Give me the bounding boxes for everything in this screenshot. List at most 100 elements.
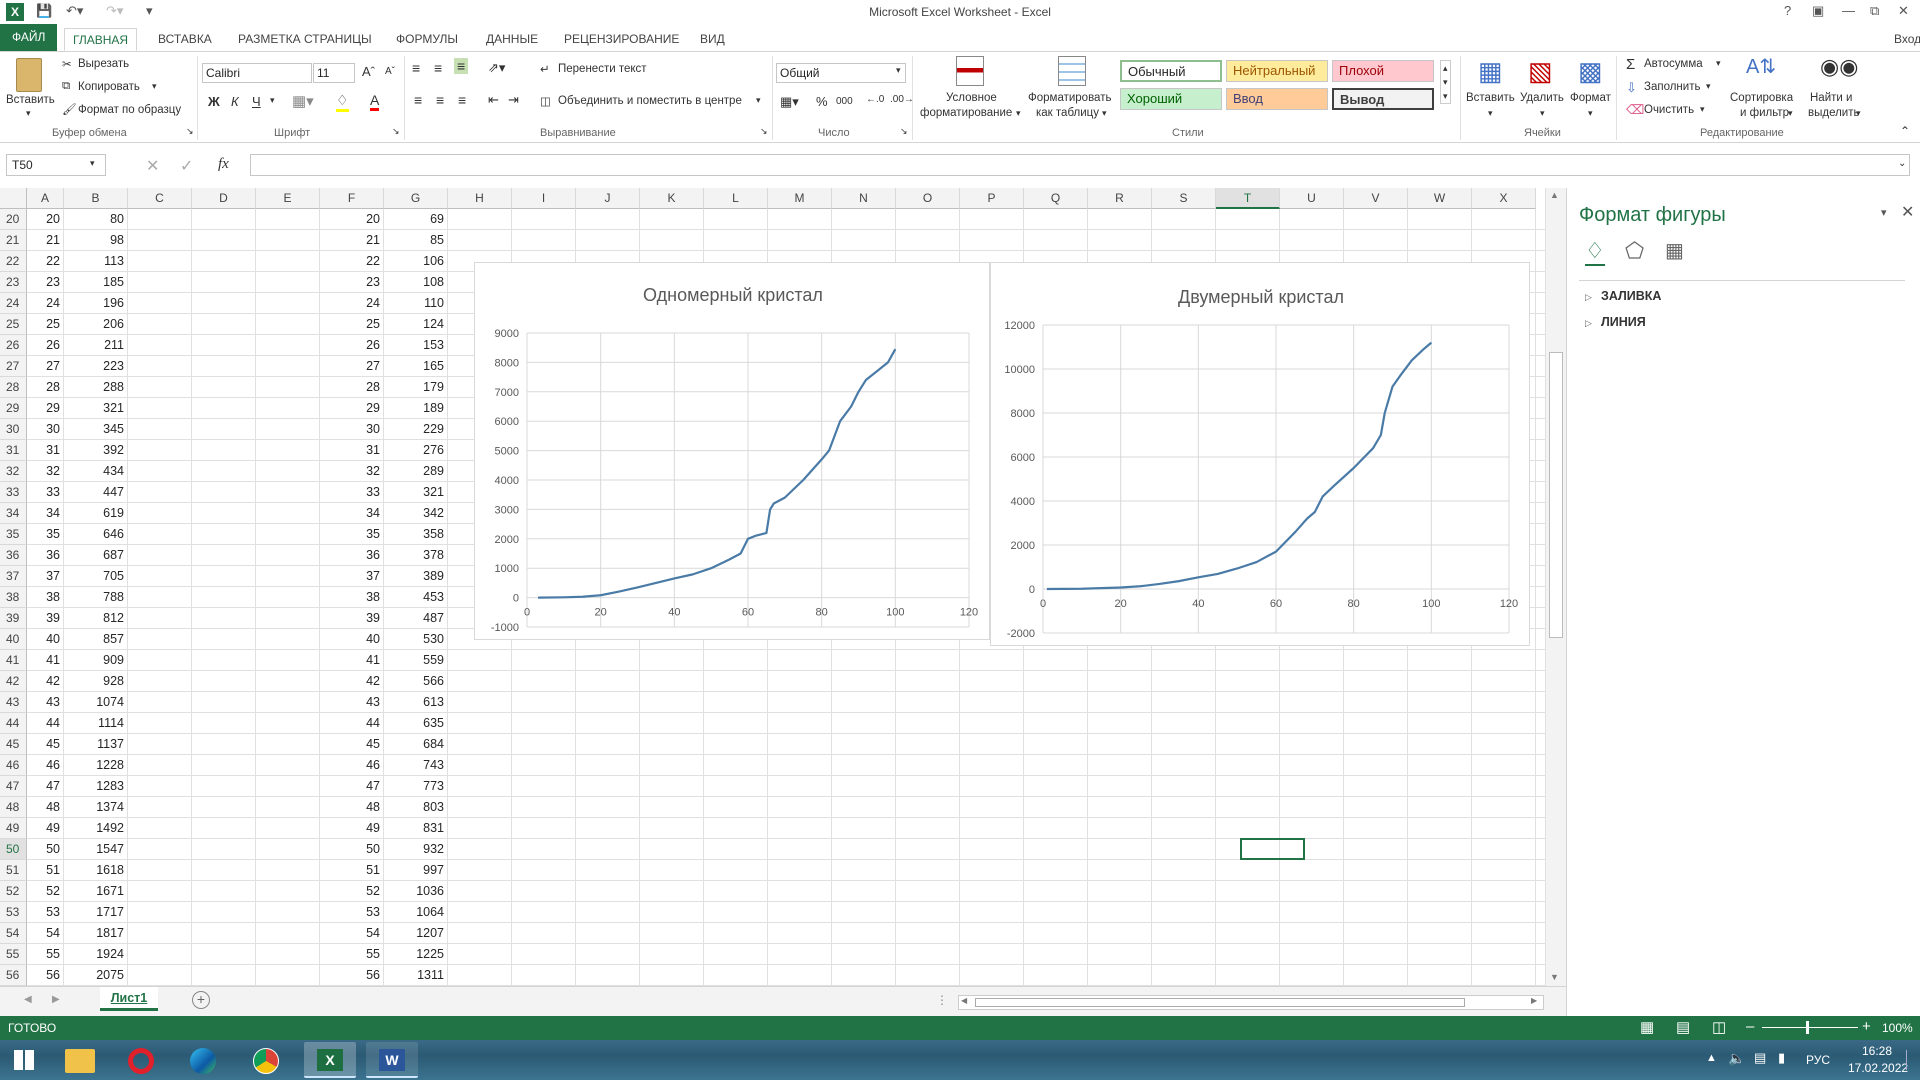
cell-f[interactable]: 51	[320, 860, 384, 881]
cell-g[interactable]: 773	[384, 776, 448, 797]
add-sheet-icon[interactable]: +	[192, 991, 210, 1009]
wrap-text-button[interactable]: Перенести текст	[558, 63, 647, 75]
cell-g[interactable]: 85	[384, 230, 448, 251]
cell-f[interactable]: 25	[320, 314, 384, 335]
style-good[interactable]: Хороший	[1120, 88, 1222, 110]
increase-indent-icon[interactable]: ⇥	[508, 92, 519, 108]
zoom-level[interactable]: 100%	[1882, 1021, 1913, 1035]
tab-home[interactable]: ГЛАВНАЯ	[64, 28, 138, 51]
cell-g[interactable]: 1225	[384, 944, 448, 965]
column-header-p[interactable]: P	[960, 188, 1024, 209]
thousands-button[interactable]: 000	[836, 96, 853, 107]
copy-button[interactable]: Копировать	[78, 81, 140, 93]
cell-g[interactable]: 559	[384, 650, 448, 671]
cell-a[interactable]: 41	[27, 650, 64, 671]
align-right-icon[interactable]: ≡	[458, 92, 466, 108]
cell-b[interactable]: 196	[64, 293, 128, 314]
cell-b[interactable]: 80	[64, 209, 128, 230]
cell-a[interactable]: 32	[27, 461, 64, 482]
page-break-view-icon[interactable]: ◫	[1712, 1018, 1726, 1036]
conditional-format-button[interactable]: Условное	[946, 92, 997, 104]
hscroll-thumb[interactable]	[975, 998, 1465, 1007]
cell-g[interactable]: 530	[384, 629, 448, 650]
cell-g[interactable]: 453	[384, 587, 448, 608]
collapse-ribbon-icon[interactable]: ⌃	[1900, 124, 1910, 138]
cell-f[interactable]: 23	[320, 272, 384, 293]
cell-f[interactable]: 36	[320, 545, 384, 566]
column-header-o[interactable]: O	[896, 188, 960, 209]
selected-cell[interactable]	[1240, 838, 1305, 860]
cell-f[interactable]: 29	[320, 398, 384, 419]
column-header-c[interactable]: C	[128, 188, 192, 209]
style-neutral[interactable]: Нейтральный	[1226, 60, 1328, 82]
column-header-b[interactable]: B	[64, 188, 128, 209]
cell-g[interactable]: 743	[384, 755, 448, 776]
tab-split-handle-icon[interactable]: ⋮	[936, 993, 948, 1007]
cell-b[interactable]: 1618	[64, 860, 128, 881]
scroll-down-icon[interactable]: ▼	[1550, 972, 1559, 982]
row-header[interactable]: 39	[0, 608, 27, 629]
row-header[interactable]: 47	[0, 776, 27, 797]
cell-b[interactable]: 223	[64, 356, 128, 377]
column-header-i[interactable]: I	[512, 188, 576, 209]
borders-icon[interactable]: ▦▾	[292, 92, 314, 110]
row-header[interactable]: 32	[0, 461, 27, 482]
cell-a[interactable]: 43	[27, 692, 64, 713]
prev-sheet-icon[interactable]: ◀	[24, 994, 32, 1005]
cell-a[interactable]: 49	[27, 818, 64, 839]
font-launcher-icon[interactable]: ↘	[392, 126, 400, 137]
row-header[interactable]: 30	[0, 419, 27, 440]
merge-center-button[interactable]: Объединить и поместить в центре	[558, 95, 742, 107]
cell-f[interactable]: 34	[320, 503, 384, 524]
size-properties-tab-icon[interactable]: ▦	[1665, 238, 1684, 263]
confirm-entry-icon[interactable]: ✓	[180, 156, 193, 176]
row-header[interactable]: 28	[0, 377, 27, 398]
select-all-corner[interactable]	[0, 188, 27, 209]
number-launcher-icon[interactable]: ↘	[900, 126, 908, 137]
cell-b[interactable]: 392	[64, 440, 128, 461]
delete-cells-button[interactable]: Удалить	[1520, 92, 1564, 104]
tab-view[interactable]: ВИД	[692, 28, 733, 51]
cell-a[interactable]: 56	[27, 965, 64, 986]
minimize-icon[interactable]: —	[1842, 3, 1855, 21]
row-header[interactable]: 27	[0, 356, 27, 377]
line-section[interactable]: ЛИНИЯ	[1601, 315, 1646, 329]
format-as-table-dropdown-icon[interactable]: ▾	[1102, 108, 1107, 119]
copy-dropdown-icon[interactable]: ▾	[152, 81, 157, 92]
font-name-combo[interactable]: Calibri	[202, 63, 312, 83]
decrease-indent-icon[interactable]: ⇤	[488, 92, 499, 108]
row-header[interactable]: 44	[0, 713, 27, 734]
chrome-icon[interactable]	[253, 1048, 279, 1074]
cell-a[interactable]: 52	[27, 881, 64, 902]
styles-scroll-icon[interactable]: ▴ ▾ ▾	[1440, 60, 1451, 104]
cell-g[interactable]: 803	[384, 797, 448, 818]
row-header[interactable]: 53	[0, 902, 27, 923]
cell-g[interactable]: 321	[384, 482, 448, 503]
cell-g[interactable]: 487	[384, 608, 448, 629]
excel-taskbar-icon[interactable]: X	[304, 1042, 356, 1078]
cell-g[interactable]: 684	[384, 734, 448, 755]
row-header[interactable]: 50	[0, 839, 27, 860]
autosum-button[interactable]: Автосумма	[1644, 58, 1703, 70]
row-header[interactable]: 20	[0, 209, 27, 230]
insert-function-button[interactable]: fx	[218, 156, 229, 173]
format-dropdown-icon[interactable]: ▾	[1588, 108, 1593, 119]
fill-section[interactable]: ЗАЛИВКА	[1601, 289, 1661, 303]
row-header[interactable]: 54	[0, 923, 27, 944]
fill-button[interactable]: Заполнить	[1644, 81, 1700, 93]
zoom-slider-thumb[interactable]	[1806, 1021, 1809, 1034]
cell-g[interactable]: 110	[384, 293, 448, 314]
clipboard-launcher-icon[interactable]: ↘	[186, 126, 194, 137]
cell-b[interactable]: 1492	[64, 818, 128, 839]
cell-f[interactable]: 40	[320, 629, 384, 650]
insert-cells-button[interactable]: Вставить	[1466, 92, 1515, 104]
vertical-scrollbar[interactable]: ▲ ▼	[1545, 188, 1566, 986]
ribbon-display-icon[interactable]: ▣	[1812, 3, 1824, 21]
cell-g[interactable]: 289	[384, 461, 448, 482]
cell-g[interactable]: 229	[384, 419, 448, 440]
column-header-l[interactable]: L	[704, 188, 768, 209]
alignment-launcher-icon[interactable]: ↘	[760, 126, 768, 137]
row-header[interactable]: 51	[0, 860, 27, 881]
cell-f[interactable]: 33	[320, 482, 384, 503]
cell-a[interactable]: 34	[27, 503, 64, 524]
